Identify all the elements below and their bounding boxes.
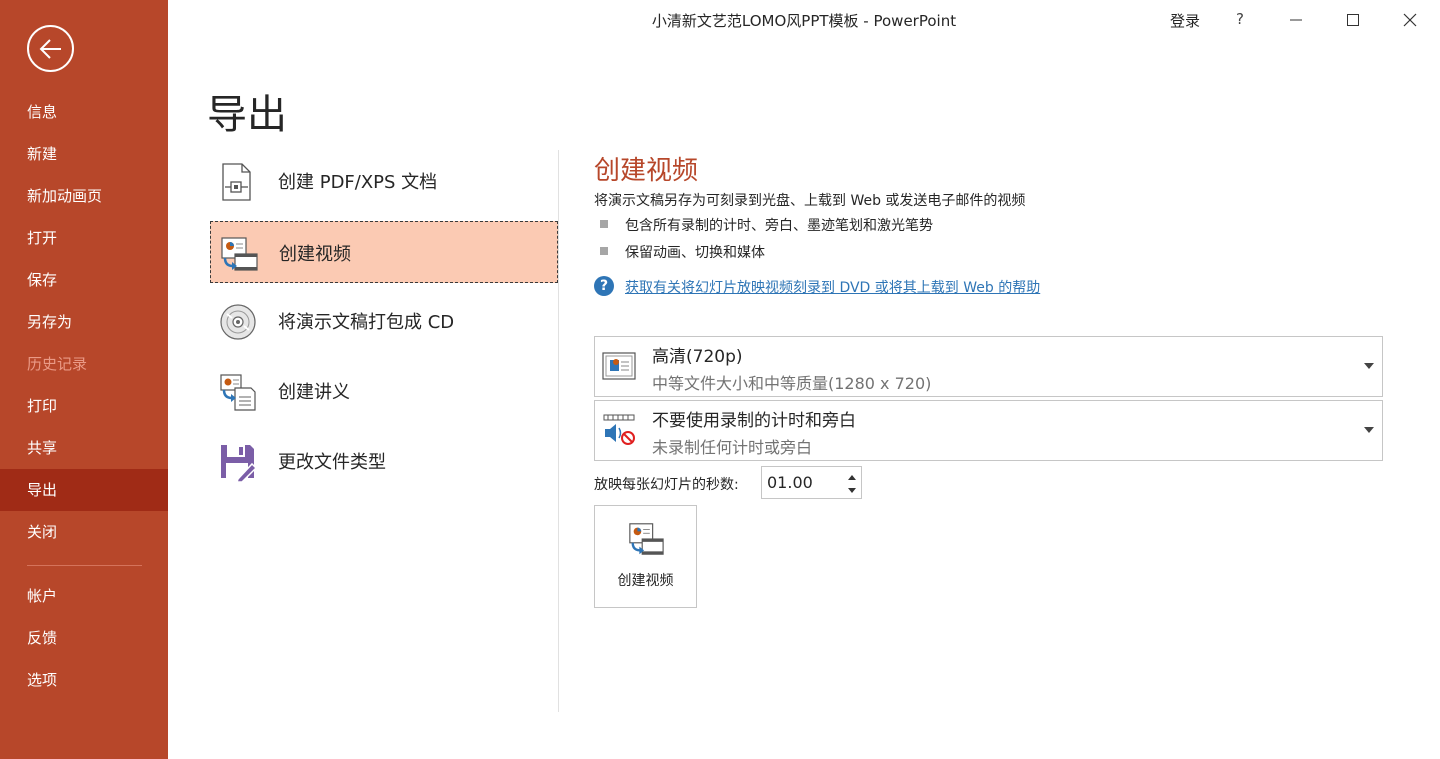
nav-share[interactable]: 共享 [0,427,168,469]
video-help-link[interactable]: 获取有关将幻灯片放映视频刻录到 DVD 或将其上载到 Web 的帮助 [625,277,1040,297]
detail-description: 将演示文稿另存为可刻录到光盘、上载到 Web 或发送电子邮件的视频 [594,193,1026,209]
maximize-icon [1347,14,1359,26]
chevron-down-icon [1364,363,1374,369]
nav-feedback[interactable]: 反馈 [0,617,168,659]
sidebar-divider [27,565,142,566]
timing-narration-dropdown[interactable]: 不要使用录制的计时和旁白 未录制任何计时或旁白 [594,400,1383,461]
video-icon [629,523,664,555]
detail-title: 创建视频 [594,156,699,186]
pdf-document-icon [222,163,251,201]
help-button[interactable]: ? [1230,10,1250,28]
nav-save[interactable]: 保存 [0,259,168,301]
nav-options[interactable]: 选项 [0,659,168,701]
timing-main-text: 不要使用录制的计时和旁白 [652,411,856,431]
nav-export[interactable]: 导出 [0,469,168,511]
video-quality-dropdown[interactable]: 高清(720p) 中等文件大小和中等质量(1280 x 720) [594,336,1383,397]
minimize-icon [1290,19,1302,21]
export-option-create-handouts[interactable]: 创建讲义 [210,360,558,422]
export-option-package-cd[interactable]: 将演示文稿打包成 CD [210,290,558,352]
bullet-text: 保留动画、切换和媒体 [625,245,765,261]
create-video-button-label: 创建视频 [617,573,674,589]
video-icon [221,237,258,271]
page-title: 导出 [207,92,287,138]
title-bar: 小清新文艺范LOMO风PPT模板 - PowerPoint 登录 ? [168,0,1440,40]
handout-icon [220,374,256,411]
question-icon: ? [594,276,614,296]
backstage-sidebar: 信息 新建 新加动画页 打开 保存 另存为 历史记录 打印 共享 导出 关闭 帐… [0,0,168,759]
export-option-pdf-xps[interactable]: 创建 PDF/XPS 文档 [210,150,558,212]
nav-add-animation-page[interactable]: 新加动画页 [0,175,168,217]
chevron-down-icon [1364,427,1374,433]
spin-down-icon[interactable] [848,488,856,493]
maximize-button[interactable] [1339,6,1367,34]
export-option-label: 创建视频 [279,244,351,265]
nav-info[interactable]: 信息 [0,91,168,133]
nav-new[interactable]: 新建 [0,133,168,175]
close-window-button[interactable] [1396,6,1424,34]
nav-history: 历史记录 [27,355,88,373]
quality-main-text: 高清(720p) [652,347,743,367]
seconds-per-slide-stepper [761,466,862,499]
seconds-per-slide-label: 放映每张幻灯片的秒数: [594,477,739,493]
nav-save-as[interactable]: 另存为 [0,301,168,343]
export-option-change-file-type[interactable]: 更改文件类型 [210,430,558,492]
timing-sub-text: 未录制任何计时或旁白 [652,438,813,457]
bullet-marker [600,220,608,228]
back-arrow-icon [39,39,61,59]
back-button[interactable] [27,25,74,72]
quality-sub-text: 中等文件大小和中等质量(1280 x 720) [652,374,932,393]
export-option-label: 将演示文稿打包成 CD [278,312,455,333]
nav-print[interactable]: 打印 [0,385,168,427]
export-option-label: 更改文件类型 [278,452,386,473]
close-icon [1403,13,1417,27]
nav-close[interactable]: 关闭 [0,511,168,553]
column-divider [558,150,559,712]
login-link[interactable]: 登录 [1170,10,1200,31]
minimize-button[interactable] [1282,6,1310,34]
export-option-create-video[interactable]: 创建视频 [210,221,558,283]
seconds-per-slide-input[interactable] [762,467,842,498]
export-option-label: 创建 PDF/XPS 文档 [278,172,438,193]
create-video-button[interactable]: 创建视频 [594,505,697,608]
bullet-marker [600,247,608,255]
spin-up-icon[interactable] [848,475,856,480]
no-narration-icon [603,414,635,445]
save-as-type-icon [221,445,258,482]
bullet-text: 包含所有录制的计时、旁白、墨迹笔划和激光笔势 [625,218,933,234]
nav-open[interactable]: 打开 [0,217,168,259]
presentation-quality-icon [602,352,636,380]
export-option-label: 创建讲义 [278,382,350,403]
cd-icon [220,304,256,340]
nav-account[interactable]: 帐户 [0,575,168,617]
